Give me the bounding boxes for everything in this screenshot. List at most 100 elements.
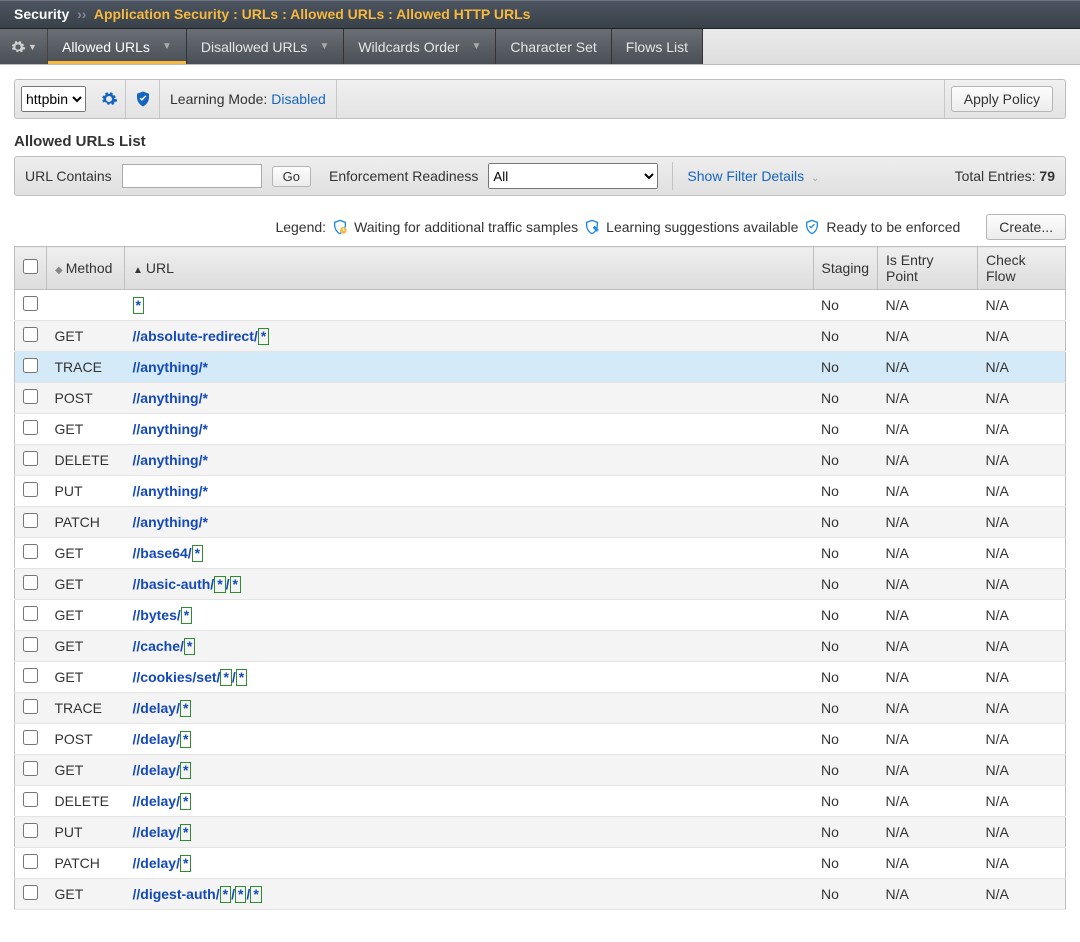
tab-character-set[interactable]: Character Set <box>496 29 611 64</box>
policy-shield[interactable] <box>126 80 160 118</box>
row-checkbox[interactable] <box>23 668 38 683</box>
tab-disallowed-urls[interactable]: Disallowed URLs▼ <box>187 29 345 64</box>
url-link[interactable]: //anything/* <box>133 421 208 437</box>
cell-url: * <box>125 290 814 321</box>
settings-menu[interactable]: ▼ <box>0 29 48 64</box>
create-button[interactable]: Create... <box>986 214 1066 240</box>
cell-staging: No <box>813 569 877 600</box>
select-all-checkbox[interactable] <box>23 259 38 274</box>
cell-entry: N/A <box>878 538 978 569</box>
url-link[interactable]: //delay/* <box>133 793 192 809</box>
url-link[interactable]: //delay/* <box>133 731 192 747</box>
row-checkbox[interactable] <box>23 606 38 621</box>
wildcard-token: * <box>250 886 261 903</box>
cell-url: //absolute-redirect/* <box>125 321 814 352</box>
breadcrumb: Security ›› Application Security : URLs … <box>0 0 1080 29</box>
table-row: TRACE//anything/*NoN/AN/A <box>15 352 1066 383</box>
th-staging[interactable]: Staging <box>813 247 877 290</box>
row-checkbox[interactable] <box>23 730 38 745</box>
cell-url: //delay/* <box>125 693 814 724</box>
row-checkbox[interactable] <box>23 823 38 838</box>
cell-entry: N/A <box>878 445 978 476</box>
url-contains-input[interactable] <box>122 164 262 188</box>
apply-policy-button[interactable]: Apply Policy <box>951 86 1053 112</box>
url-link[interactable]: //base64/* <box>133 545 204 561</box>
url-link[interactable]: //anything/* <box>133 452 208 468</box>
row-checkbox[interactable] <box>23 296 38 311</box>
breadcrumb-root: Security <box>14 6 69 22</box>
th-flow[interactable]: Check Flow <box>978 247 1066 290</box>
policy-select[interactable]: httpbin <box>21 86 86 112</box>
th-url[interactable]: ▲URL <box>125 247 814 290</box>
cell-url: //delay/* <box>125 817 814 848</box>
cell-method: GET <box>47 662 125 693</box>
th-method[interactable]: ◆Method <box>47 247 125 290</box>
row-checkbox[interactable] <box>23 358 38 373</box>
url-link[interactable]: //digest-auth/*/*/* <box>133 886 262 902</box>
url-link[interactable]: //delay/* <box>133 824 192 840</box>
row-checkbox[interactable] <box>23 699 38 714</box>
row-checkbox[interactable] <box>23 451 38 466</box>
policy-gear[interactable] <box>92 80 126 118</box>
wildcard-token: * <box>192 545 203 562</box>
wildcard-token: * <box>181 607 192 624</box>
url-link[interactable]: //absolute-redirect/* <box>133 328 270 344</box>
row-checkbox[interactable] <box>23 575 38 590</box>
cell-staging: No <box>813 507 877 538</box>
table-row: GET//cache/*NoN/AN/A <box>15 631 1066 662</box>
tab-wildcards-order[interactable]: Wildcards Order▼ <box>344 29 496 64</box>
wildcard-token: * <box>230 576 241 593</box>
tab-allowed-urls[interactable]: Allowed URLs▼ <box>48 29 187 64</box>
row-checkbox[interactable] <box>23 854 38 869</box>
breadcrumb-sep: ›› <box>77 6 86 22</box>
wildcard-token: * <box>214 576 225 593</box>
row-checkbox[interactable] <box>23 389 38 404</box>
cell-flow: N/A <box>978 631 1066 662</box>
wildcard-token: * <box>220 886 231 903</box>
cell-method: GET <box>47 321 125 352</box>
row-checkbox[interactable] <box>23 327 38 342</box>
cell-flow: N/A <box>978 290 1066 321</box>
url-link[interactable]: //anything/* <box>133 514 208 530</box>
th-entry[interactable]: Is Entry Point <box>878 247 978 290</box>
learning-mode-value[interactable]: Disabled <box>271 91 325 107</box>
url-link[interactable]: //delay/* <box>133 855 192 871</box>
row-checkbox[interactable] <box>23 513 38 528</box>
url-link[interactable]: //cookies/set/*/* <box>133 669 248 685</box>
row-checkbox[interactable] <box>23 420 38 435</box>
url-link[interactable]: //cache/* <box>133 638 196 654</box>
tab-flows-list[interactable]: Flows List <box>612 29 703 64</box>
table-row: TRACE//delay/*NoN/AN/A <box>15 693 1066 724</box>
show-filter-details[interactable]: Show Filter Details ⌄ <box>687 168 819 184</box>
cell-entry: N/A <box>878 848 978 879</box>
cell-staging: No <box>813 693 877 724</box>
cell-url: //bytes/* <box>125 600 814 631</box>
table-row: POST//anything/*NoN/AN/A <box>15 383 1066 414</box>
row-checkbox[interactable] <box>23 544 38 559</box>
url-link[interactable]: //anything/* <box>133 390 208 406</box>
row-checkbox[interactable] <box>23 482 38 497</box>
gear-icon <box>100 90 118 108</box>
chevron-down-icon: ▼ <box>162 41 172 52</box>
table-row: *NoN/AN/A <box>15 290 1066 321</box>
tab-label: Character Set <box>510 39 596 55</box>
cell-flow: N/A <box>978 352 1066 383</box>
cell-flow: N/A <box>978 414 1066 445</box>
enforcement-select[interactable]: All <box>488 163 658 189</box>
row-checkbox[interactable] <box>23 885 38 900</box>
url-link[interactable]: * <box>133 297 144 313</box>
go-button[interactable]: Go <box>272 166 311 187</box>
url-link[interactable]: //basic-auth/*/* <box>133 576 241 592</box>
row-checkbox[interactable] <box>23 761 38 776</box>
url-link[interactable]: //delay/* <box>133 762 192 778</box>
cell-method: GET <box>47 569 125 600</box>
url-link[interactable]: //delay/* <box>133 700 192 716</box>
row-checkbox[interactable] <box>23 792 38 807</box>
cell-flow: N/A <box>978 321 1066 352</box>
row-checkbox[interactable] <box>23 637 38 652</box>
url-link[interactable]: //bytes/* <box>133 607 193 623</box>
table-row: PUT//delay/*NoN/AN/A <box>15 817 1066 848</box>
wildcard-token: * <box>180 762 191 779</box>
url-link[interactable]: //anything/* <box>133 483 208 499</box>
url-link[interactable]: //anything/* <box>133 359 208 375</box>
